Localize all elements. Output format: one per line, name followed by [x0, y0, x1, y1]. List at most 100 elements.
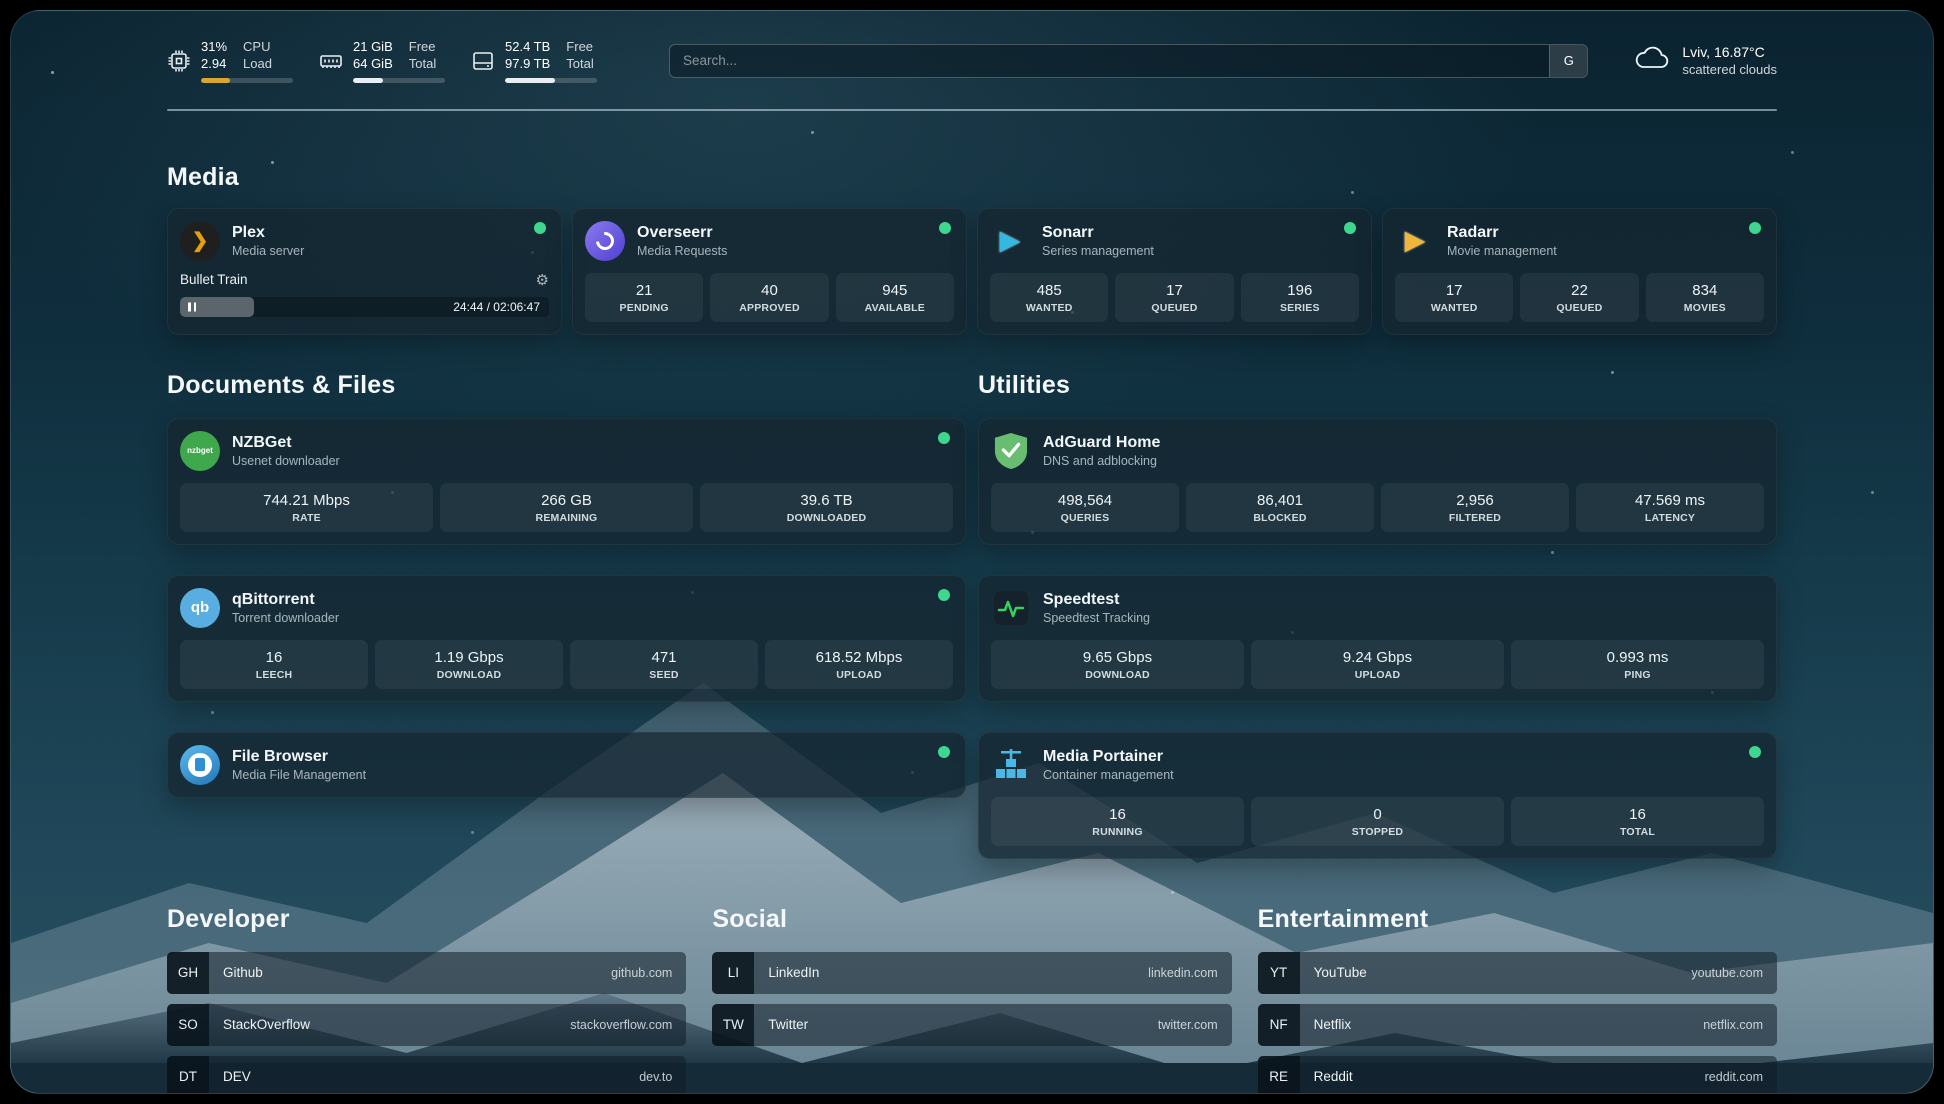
bookmark-url: stackoverflow.com — [570, 1018, 672, 1032]
bookmark-stackoverflow[interactable]: SO StackOverflow stackoverflow.com — [167, 1004, 686, 1046]
status-dot — [938, 432, 950, 444]
status-dot — [534, 222, 546, 234]
app-card-sonarr[interactable]: ▶ Sonarr Series management 485 WANTED 17… — [977, 208, 1372, 335]
status-dot — [938, 746, 950, 758]
app-card-adguard[interactable]: AdGuard Home DNS and adblocking 498,564 … — [978, 418, 1777, 545]
ram-total-value: 64 GiB — [353, 56, 393, 73]
bookmark-youtube[interactable]: YT YouTube youtube.com — [1258, 952, 1777, 994]
stat-movies: 834 MOVIES — [1646, 273, 1764, 322]
app-name: Media Portainer — [1043, 748, 1174, 766]
stat-wanted: 17 WANTED — [1395, 273, 1513, 322]
plex-icon: ❯ — [180, 221, 220, 261]
bookmark-url: twitter.com — [1158, 1018, 1218, 1032]
app-card-radarr[interactable]: ▶ Radarr Movie management 17 WANTED 22 Q… — [1382, 208, 1777, 335]
stat-blocked: 86,401 BLOCKED — [1186, 483, 1374, 532]
app-name: Speedtest — [1043, 591, 1150, 609]
bookmark-name: StackOverflow — [223, 1017, 310, 1032]
app-card-portainer[interactable]: Media Portainer Container management 16 … — [978, 732, 1777, 859]
app-subtitle: DNS and adblocking — [1043, 454, 1160, 468]
bookmark-netflix[interactable]: NF Netflix netflix.com — [1258, 1004, 1777, 1046]
stat-download: 9.65 Gbps DOWNLOAD — [991, 640, 1244, 689]
now-playing-title: Bullet Train — [180, 272, 536, 287]
app-name: NZBGet — [232, 434, 340, 452]
stat-leech: 16 LEECH — [180, 640, 368, 689]
bookmark-linkedin[interactable]: LI LinkedIn linkedin.com — [712, 952, 1231, 994]
bookmark-name: Twitter — [768, 1017, 808, 1032]
status-dot — [1749, 746, 1761, 758]
app-card-nzbget[interactable]: nzbget NZBGet Usenet downloader 744.21 M… — [167, 418, 966, 545]
playback-progress-bar[interactable]: 24:44 / 02:06:47 — [180, 297, 549, 317]
stat-queued: 17 QUEUED — [1115, 273, 1233, 322]
section-heading-entertainment: Entertainment — [1258, 905, 1777, 934]
app-name: File Browser — [232, 748, 366, 766]
bookmark-reddit[interactable]: RE Reddit reddit.com — [1258, 1056, 1777, 1094]
stat-latency: 47.569 ms LATENCY — [1576, 483, 1764, 532]
app-card-filebrowser[interactable]: File Browser Media File Management — [167, 732, 966, 798]
portainer-icon — [991, 745, 1031, 785]
disk-progress-bar — [505, 78, 597, 83]
cpu-usage-label: CPU — [243, 39, 272, 56]
ram-widget: 21 GiB 64 GiB Free Total — [319, 39, 445, 83]
ram-icon — [319, 49, 343, 73]
section-heading-documents: Documents & Files — [167, 371, 966, 400]
stat-remaining: 266 GB REMAINING — [440, 483, 693, 532]
disk-free-label: Free — [566, 39, 593, 56]
status-dot — [1344, 222, 1356, 234]
app-card-speedtest[interactable]: Speedtest Speedtest Tracking 9.65 Gbps D… — [978, 575, 1777, 702]
stat-series: 196 SERIES — [1241, 273, 1359, 322]
bookmark-abbr: SO — [167, 1004, 209, 1046]
bookmark-url: reddit.com — [1705, 1070, 1763, 1084]
search-engine-button[interactable]: G — [1549, 45, 1587, 77]
bookmark-abbr: YT — [1258, 952, 1300, 994]
cpu-icon — [167, 49, 191, 73]
stat-running: 16 RUNNING — [991, 797, 1244, 846]
app-card-overseerr[interactable]: Overseerr Media Requests 21 PENDING 40 A… — [572, 208, 967, 335]
bookmark-name: Github — [223, 965, 263, 980]
stat-queued: 22 QUEUED — [1520, 273, 1638, 322]
bookmark-dev[interactable]: DT DEV dev.to — [167, 1056, 686, 1094]
bookmark-url: linkedin.com — [1148, 966, 1217, 980]
adguard-icon — [991, 431, 1031, 471]
section-documents-files: Documents & Files nzbget NZBGet Usenet d… — [167, 371, 966, 798]
stat-filtered: 2,956 FILTERED — [1381, 483, 1569, 532]
app-name: Sonarr — [1042, 224, 1154, 242]
stat-queries: 498,564 QUERIES — [991, 483, 1179, 532]
filebrowser-icon — [180, 745, 220, 785]
status-dot — [1749, 222, 1761, 234]
status-dot — [939, 222, 951, 234]
app-card-qbittorrent[interactable]: qb qBittorrent Torrent downloader 16 LEE… — [167, 575, 966, 702]
ram-progress-bar — [353, 78, 445, 83]
app-subtitle: Container management — [1043, 768, 1174, 782]
section-utilities: Utilities AdGuard Home DNS and adblockin… — [978, 371, 1777, 859]
stat-upload: 618.52 Mbps UPLOAD — [765, 640, 953, 689]
qbittorrent-icon: qb — [180, 588, 220, 628]
stat-downloaded: 39.6 TB DOWNLOADED — [700, 483, 953, 532]
stat-upload: 9.24 Gbps UPLOAD — [1251, 640, 1504, 689]
radarr-icon: ▶ — [1395, 221, 1435, 261]
search-bar: G — [669, 44, 1588, 78]
bookmark-github[interactable]: GH Github github.com — [167, 952, 686, 994]
app-subtitle: Media server — [232, 244, 304, 258]
bookmark-twitter[interactable]: TW Twitter twitter.com — [712, 1004, 1231, 1046]
bookmark-group-developer: Developer GH Github github.com SO StackO… — [167, 905, 686, 1094]
top-bar: 31% 2.94 CPU Load — [167, 39, 1777, 83]
app-name: Plex — [232, 224, 304, 242]
cpu-load-value: 2.94 — [201, 56, 227, 73]
bookmark-abbr: TW — [712, 1004, 754, 1046]
pause-icon[interactable] — [188, 302, 196, 311]
disk-total-value: 97.9 TB — [505, 56, 550, 73]
app-subtitle: Series management — [1042, 244, 1154, 258]
cpu-load-label: Load — [243, 56, 272, 73]
app-name: Overseerr — [637, 224, 727, 242]
app-card-plex[interactable]: ❯ Plex Media server Bullet Train ⚙ 24:44… — [167, 208, 562, 335]
nzbget-icon: nzbget — [180, 431, 220, 471]
app-subtitle: Usenet downloader — [232, 454, 340, 468]
bookmark-name: Reddit — [1314, 1069, 1353, 1084]
search-input[interactable] — [670, 45, 1549, 77]
dashboard-window: 31% 2.94 CPU Load — [10, 10, 1934, 1094]
app-subtitle: Torrent downloader — [232, 611, 339, 625]
gear-icon[interactable]: ⚙ — [536, 271, 549, 289]
stat-ping: 0.993 ms PING — [1511, 640, 1764, 689]
app-subtitle: Media File Management — [232, 768, 366, 782]
section-heading-social: Social — [712, 905, 1231, 934]
